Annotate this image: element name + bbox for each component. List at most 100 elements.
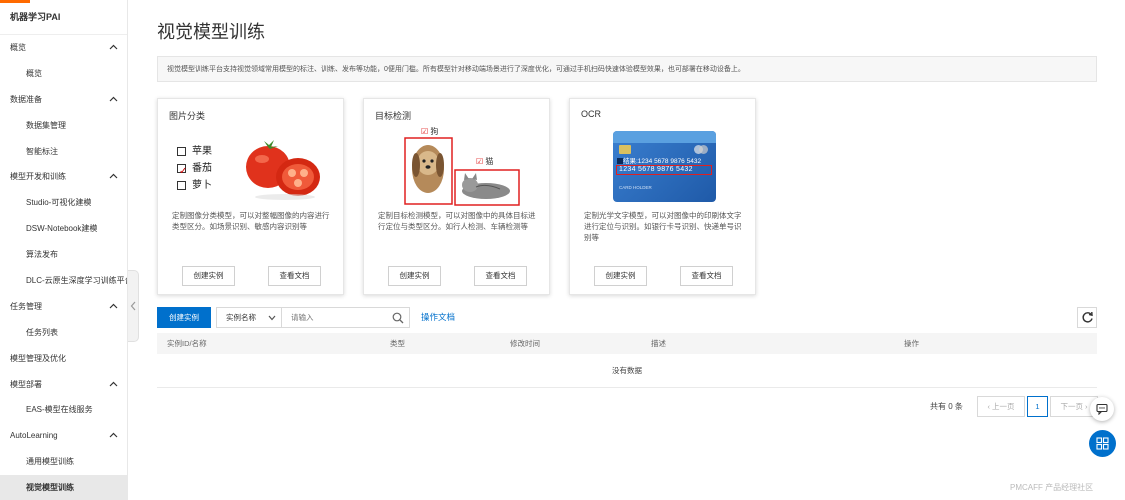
column-header: 描述	[651, 339, 666, 348]
total-count: 共有 0 条	[930, 402, 963, 411]
sidebar-item[interactable]: 算法发布	[0, 242, 127, 268]
column-header: 修改时间	[510, 339, 540, 348]
card-title: 目标检测	[375, 111, 412, 121]
prev-page-button: ‹ 上一页	[977, 396, 1025, 417]
card-description: 定制图像分类模型，可以对整幅图像的内容进行类型区分。如场景识别、敏感内容识别等	[172, 211, 330, 231]
sidebar-item-label: Studio-可视化建模	[26, 198, 92, 208]
sidebar-nav: 概览 概览 数据准备 数据集管理 智能标注 模型开发和训练 Studio-可视化建模 DSW-…	[0, 35, 127, 500]
card-title: OCR	[581, 109, 601, 119]
sidebar-item-label: 数据集管理	[26, 120, 66, 130]
sidebar-group[interactable]: AutoLearning	[0, 423, 127, 449]
sidebar-item[interactable]: Studio-可视化建模	[0, 190, 127, 216]
sidebar: 机器学习PAI 概览 概览 数据准备 数据集管理 智能标注 模型开发和训练 Studio-可…	[0, 0, 128, 500]
sidebar-item-label: EAS-模型在线服务	[26, 405, 93, 415]
sidebar-item-label: 数据准备	[10, 94, 42, 104]
ocr-result: 结果:1234 5678 9876 5432	[617, 155, 701, 165]
create-instance-primary-button[interactable]: 创建实例	[157, 307, 211, 328]
view-docs-button[interactable]: 查看文档	[474, 266, 527, 286]
sidebar-item-label: DSW-Notebook建模	[26, 224, 98, 234]
label-tag-dog: ☑ 狗	[421, 127, 439, 136]
operation-docs-link[interactable]: 操作文档	[421, 311, 455, 323]
page-number-button[interactable]: 1	[1027, 396, 1048, 417]
sidebar-item-label: AutoLearning	[10, 431, 58, 441]
sidebar-group[interactable]: 概览	[0, 35, 127, 61]
sidebar-item[interactable]: 数据集管理	[0, 113, 127, 139]
checkbox-icon	[177, 147, 186, 156]
view-docs-button[interactable]: 查看文档	[680, 266, 733, 286]
sidebar-item[interactable]: 概览	[0, 61, 127, 87]
sidebar-item-label: 视觉模型训练	[26, 483, 74, 493]
sidebar-item-label: 通用模型训练	[26, 457, 74, 467]
chevron-up-icon	[109, 294, 119, 320]
chevron-left-icon	[130, 301, 136, 311]
chevron-right-icon: ›	[1085, 402, 1088, 411]
search-box	[282, 307, 410, 328]
apps-grid-icon	[1096, 437, 1109, 450]
sidebar-item[interactable]: 智能标注	[0, 139, 127, 165]
watermark: PMCAFF 产品经理社区	[1010, 483, 1094, 492]
sidebar-collapse-handle[interactable]	[128, 270, 139, 342]
sidebar-item-label: 概览	[26, 68, 42, 78]
chevron-up-icon	[109, 87, 119, 113]
sidebar-item-label: 模型开发和训练	[10, 172, 66, 182]
sidebar-item[interactable]: DLC-云原生深度学习训练平台	[0, 268, 127, 294]
sidebar-item-label: 智能标注	[26, 146, 58, 156]
column-header: 操作	[904, 339, 919, 348]
refresh-icon	[1082, 311, 1093, 323]
sidebar-group[interactable]: 模型部署	[0, 372, 127, 398]
chip-icon	[619, 145, 631, 154]
tomato-illustration	[246, 140, 320, 200]
apps-button[interactable]	[1089, 430, 1116, 457]
chat-icon	[1096, 403, 1108, 415]
card-number: 1234 5678 9876 5432	[616, 165, 712, 175]
chevron-left-icon: ‹	[987, 402, 990, 411]
table-header: 实例ID/名称 类型 修改时间 描述 操作	[157, 333, 1097, 354]
bank-card-illustration: 结果:1234 5678 9876 5432 1234 5678 9876 54…	[613, 131, 716, 202]
option-row: 萝卜	[177, 177, 212, 194]
option-row: 苹果	[177, 143, 212, 160]
create-instance-button[interactable]: 创建实例	[594, 266, 647, 286]
sidebar-item[interactable]: 任务列表	[0, 320, 127, 346]
sidebar-item[interactable]: 视觉模型训练	[0, 475, 127, 500]
table-empty-state: 没有数据	[157, 354, 1097, 388]
sidebar-group[interactable]: 模型管理及优化	[0, 346, 127, 372]
view-docs-button[interactable]: 查看文档	[268, 266, 321, 286]
mastercard-icon	[694, 145, 708, 154]
classification-options: 苹果 ✓ 番茄 萝卜	[177, 143, 212, 194]
chevron-up-icon	[109, 372, 119, 398]
sidebar-item-label: 算法发布	[26, 250, 58, 260]
page-title: 视觉模型训练	[157, 22, 265, 42]
sidebar-brand: 机器学习PAI	[0, 0, 127, 35]
create-instance-button[interactable]: 创建实例	[388, 266, 441, 286]
card-object-detection: 目标检测 ☑ 狗 ☑ 猫 定制目标检测模型，可以对图像中的具体目标进行定位与类型…	[363, 98, 550, 295]
sidebar-item-label: 模型部署	[10, 379, 42, 389]
card-holder: CARD HOLDER	[619, 185, 652, 190]
checkbox-icon	[177, 181, 186, 190]
sidebar-item-label: DLC-云原生深度学习训练平台	[26, 276, 127, 286]
sidebar-item-label: 模型管理及优化	[10, 353, 66, 363]
create-instance-button[interactable]: 创建实例	[182, 266, 235, 286]
sidebar-item-label: 概览	[10, 43, 26, 52]
card-image-classification: 图片分类 苹果 ✓ 番茄 萝卜 定制图像分类模型，可以对整幅图像的内容进行类型区分…	[157, 98, 344, 295]
sidebar-group[interactable]: 数据准备	[0, 87, 127, 113]
column-header: 实例ID/名称	[167, 339, 207, 348]
card-description: 定制光学文字模型，可以对图像中的印刷体文字进行定位与识别。如银行卡号识别、快递单…	[584, 211, 742, 242]
checkbox-checked-icon: ✓	[177, 164, 188, 177]
sidebar-item[interactable]: EAS-模型在线服务	[0, 397, 127, 423]
sidebar-item[interactable]: 通用模型训练	[0, 449, 127, 475]
feedback-chat-button[interactable]	[1090, 397, 1114, 421]
column-header: 类型	[390, 339, 405, 348]
card-ocr: OCR 结果:1234 5678 9876 5432 1234 5678 987…	[569, 98, 756, 295]
sidebar-item-label: 任务管理	[10, 301, 42, 311]
option-row: ✓ 番茄	[177, 163, 212, 177]
checkbox-checked-icon: ☑	[421, 127, 429, 136]
sidebar-item[interactable]: DSW-Notebook建模	[0, 216, 127, 242]
brand-accent-bar	[0, 0, 30, 3]
sidebar-group[interactable]: 任务管理	[0, 294, 127, 320]
sidebar-group[interactable]: 模型开发和训练	[0, 164, 127, 190]
search-icon[interactable]	[392, 312, 404, 324]
refresh-button[interactable]	[1077, 307, 1097, 328]
search-input[interactable]	[282, 308, 382, 327]
filter-select[interactable]: 实例名称	[216, 307, 282, 328]
page-description: 视觉模型训练平台支持视觉领域常用模型的标注、训练、发布等功能，0便用门槛。所有模…	[157, 56, 1097, 82]
